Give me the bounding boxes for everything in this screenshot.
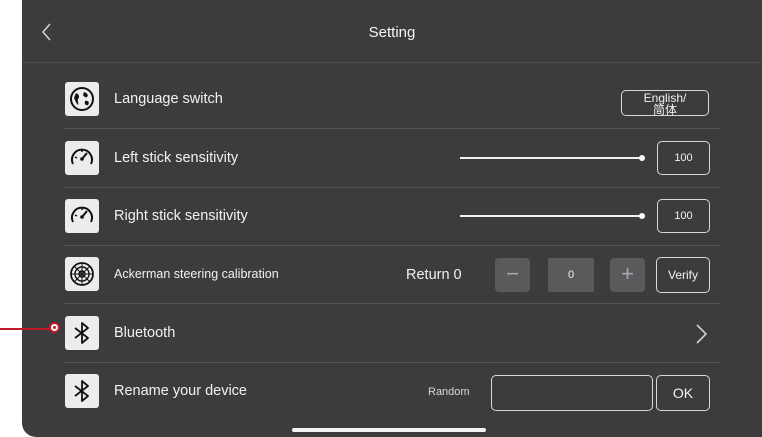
ok-button[interactable]: OK: [656, 375, 710, 411]
calibration-value: 0: [548, 258, 594, 292]
speedometer-icon: [65, 199, 99, 233]
left-stick-slider[interactable]: [460, 155, 645, 161]
ackerman-label: Ackerman steering calibration: [114, 267, 279, 281]
home-indicator: [292, 428, 486, 432]
language-row: Language switch English/ 简体: [64, 70, 720, 129]
right-stick-label: Right stick sensitivity: [114, 208, 248, 224]
bluetooth-icon: [65, 374, 99, 408]
right-stick-row: Right stick sensitivity 100: [64, 187, 720, 246]
chevron-right-icon[interactable]: [692, 322, 710, 346]
globe-icon: [65, 82, 99, 116]
annotation-marker: [49, 322, 60, 333]
bluetooth-row[interactable]: Bluetooth: [64, 304, 720, 363]
rename-label: Rename your device: [114, 383, 247, 399]
ackerman-row: Ackerman steering calibration Return 0 −…: [64, 245, 720, 304]
language-switch-button[interactable]: English/ 简体: [621, 90, 709, 116]
return-zero-label: Return 0: [406, 267, 462, 283]
header-bar: Setting: [22, 0, 762, 63]
steering-wheel-icon: [65, 257, 99, 291]
slider-track: [460, 157, 642, 159]
plus-button[interactable]: +: [610, 258, 645, 292]
left-stick-row: Left stick sensitivity 100: [64, 129, 720, 188]
right-stick-slider[interactable]: [460, 213, 645, 219]
language-button-label: English/ 简体: [643, 91, 687, 117]
device-name-input[interactable]: [491, 375, 653, 411]
left-stick-label: Left stick sensitivity: [114, 150, 239, 166]
verify-button[interactable]: Verify: [656, 257, 710, 293]
slider-thumb[interactable]: [639, 213, 645, 219]
bluetooth-label: Bluetooth: [114, 325, 176, 341]
slider-thumb[interactable]: [639, 155, 645, 161]
left-stick-value[interactable]: 100: [657, 141, 710, 175]
page-title: Setting: [368, 24, 416, 41]
settings-screen: Setting Language switch English/ 简体 Left…: [22, 0, 762, 437]
minus-button[interactable]: −: [495, 258, 530, 292]
annotation-line: [0, 328, 52, 330]
right-stick-value[interactable]: 100: [657, 199, 710, 233]
language-label: Language switch: [114, 91, 223, 107]
rename-row: Rename your device Random OK: [64, 362, 720, 420]
slider-track: [460, 215, 642, 217]
speedometer-icon: [65, 141, 99, 175]
bluetooth-icon: [65, 316, 99, 350]
random-button[interactable]: Random: [428, 386, 470, 398]
